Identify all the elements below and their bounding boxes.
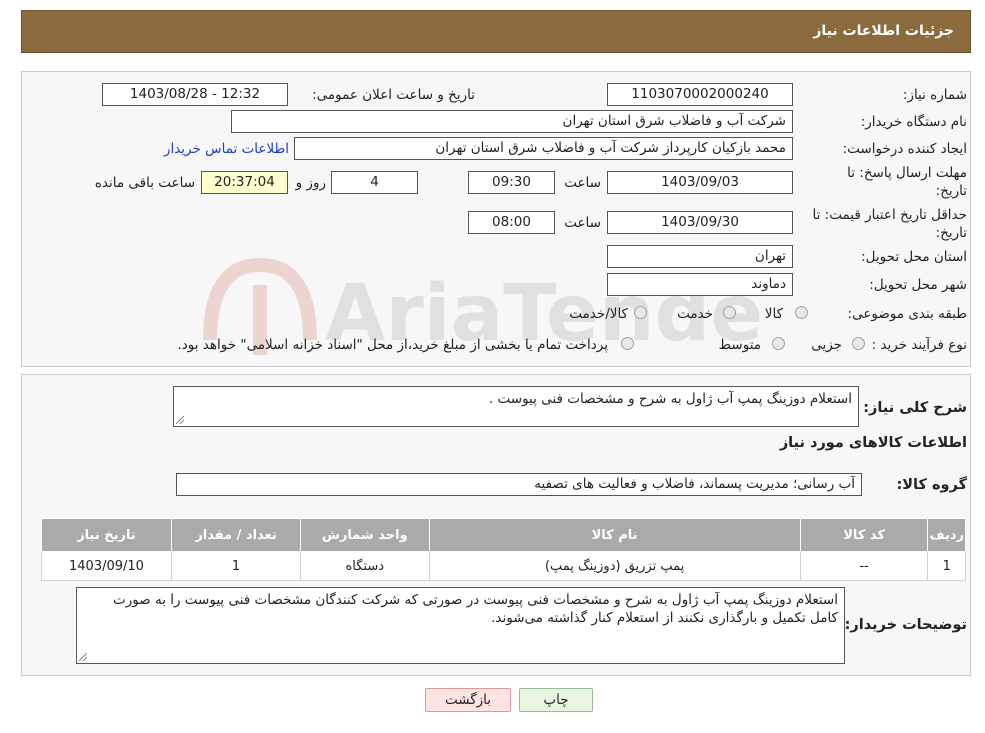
col-qty: تعداد / مقدار <box>170 518 302 552</box>
deadline-time-field: 09:30 <box>468 171 555 194</box>
buyer-notes-label: توضیحات خریدار: <box>844 617 967 633</box>
buyer-contact-link[interactable]: اطلاعات تماس خریدار <box>164 141 289 157</box>
goods-group-field: آب رسانی؛ مدیریت پسماند، فاضلاب و فعالیت… <box>176 473 862 496</box>
announce-label: تاریخ و ساعت اعلان عمومی: <box>312 87 475 103</box>
need-description-value: استعلام دوزینگ پمپ آب ژاول به شرح و مشخص… <box>488 391 852 407</box>
buyer-label: نام دستگاه خریدار: <box>860 114 967 130</box>
cell-qty: 1 <box>170 551 302 581</box>
category-option-service: خدمت <box>677 306 713 322</box>
buyer-field: شرکت آب و فاضلاب شرق استان تهران <box>231 110 793 133</box>
goods-table: ردیف کد کالا نام کالا واحد شمارش تعداد /… <box>41 518 966 581</box>
resize-grip-icon[interactable] <box>176 416 184 424</box>
need-description-text: استعلام دوزینگ پمپ آب ژاول به شرح و مشخص… <box>173 386 859 427</box>
buyer-notes-text: استعلام دوزینگ پمپ آب ژاول به شرح و مشخص… <box>76 587 845 664</box>
validity-time-label: ساعت <box>564 215 601 231</box>
province-field: تهران <box>607 245 793 268</box>
city-label: شهر محل تحویل: <box>869 277 967 293</box>
category-radio-goods[interactable] <box>795 306 808 319</box>
province-label: استان محل تحویل: <box>861 249 967 265</box>
process-radio-medium[interactable] <box>772 337 785 350</box>
deadline-date-field: 1403/09/03 <box>607 171 793 194</box>
need-number-label: شماره نیاز: <box>902 87 967 103</box>
process-radio-treasury[interactable] <box>621 337 634 350</box>
announce-field: 1403/08/28 - 12:32 <box>102 83 288 106</box>
deadline-label: مهلت ارسال پاسخ: تا <box>847 165 967 181</box>
col-date: تاریخ نیاز <box>41 518 172 552</box>
city-field: دماوند <box>607 273 793 296</box>
category-radio-service[interactable] <box>723 306 736 319</box>
days-field: 4 <box>331 171 418 194</box>
page-header: جزئیات اطلاعات نیاز <box>21 10 971 53</box>
goods-info-title: اطلاعات کالاهای مورد نیاز <box>779 435 967 451</box>
need-number-field: 1103070002000240 <box>607 83 793 106</box>
deadline-label-2: تاریخ: <box>935 183 967 199</box>
print-button[interactable]: چاپ <box>519 688 593 712</box>
category-option-goods: کالا <box>764 306 783 322</box>
back-button[interactable]: بازگشت <box>425 688 511 712</box>
remaining-label: ساعت باقی مانده <box>94 175 195 191</box>
creator-field: محمد بازکیان کارپرداز شرکت آب و فاضلاب ش… <box>294 137 793 160</box>
deadline-time-label: ساعت <box>564 175 601 191</box>
need-description-label: شرح کلی نیاز: <box>863 400 967 416</box>
process-label: نوع فرآیند خرید : <box>871 337 967 353</box>
col-unit: واحد شمارش <box>300 518 430 552</box>
col-name: نام کالا <box>428 518 801 552</box>
table-header-row: ردیف کد کالا نام کالا واحد شمارش تعداد /… <box>41 518 966 552</box>
goods-group-label: گروه کالا: <box>896 477 967 493</box>
category-radio-goods-service[interactable] <box>634 306 647 319</box>
validity-date-field: 1403/09/30 <box>607 211 793 234</box>
category-label: طبقه بندی موضوعی: <box>847 306 967 322</box>
process-option-medium: متوسط <box>718 337 761 353</box>
table-row: 1 -- پمپ تزریق (دوزینگ پمپ) دستگاه 1 140… <box>41 551 966 581</box>
validity-time-field: 08:00 <box>468 211 555 234</box>
col-code: کد کالا <box>799 518 929 552</box>
cell-code: -- <box>799 551 929 581</box>
cell-name: پمپ تزریق (دوزینگ پمپ) <box>428 551 801 581</box>
page-title: جزئیات اطلاعات نیاز <box>813 23 954 39</box>
resize-grip-icon[interactable] <box>79 653 87 661</box>
col-row: ردیف <box>927 518 966 552</box>
validity-label: حداقل تاریخ اعتبار قیمت: تا <box>812 207 967 223</box>
cell-unit: دستگاه <box>300 551 430 581</box>
remaining-time-field: 20:37:04 <box>201 171 288 194</box>
cell-date: 1403/09/10 <box>41 551 172 581</box>
cell-row: 1 <box>927 551 966 581</box>
process-option-small: جزیی <box>811 337 842 353</box>
process-radio-small[interactable] <box>852 337 865 350</box>
creator-label: ایجاد کننده درخواست: <box>842 141 967 157</box>
buyer-notes-value: استعلام دوزینگ پمپ آب ژاول به شرح و مشخص… <box>113 592 838 626</box>
days-label: روز و <box>295 175 326 191</box>
validity-label-2: تاریخ: <box>935 225 967 241</box>
process-note: پرداخت تمام یا بخشی از مبلغ خرید،از محل … <box>177 337 608 353</box>
category-option-goods-service: کالا/خدمت <box>569 306 628 322</box>
